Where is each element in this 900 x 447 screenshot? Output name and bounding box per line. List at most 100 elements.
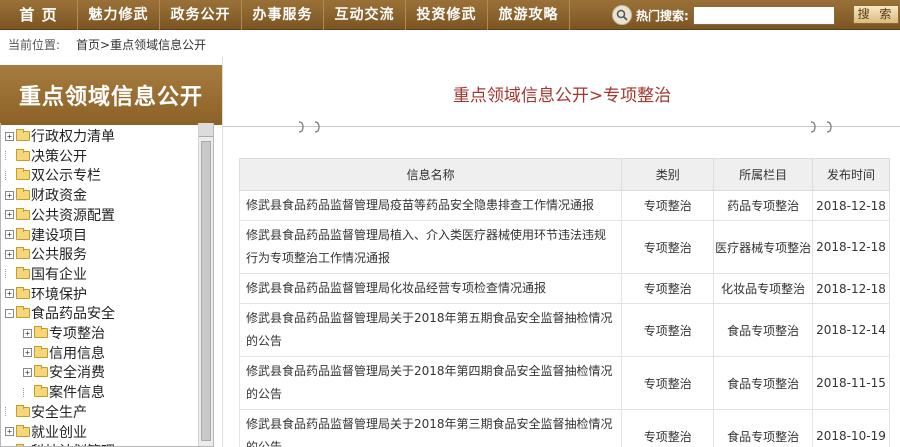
nav-investment[interactable]: 投资修武	[406, 0, 488, 30]
nav-interaction[interactable]: 互动交流	[324, 0, 406, 30]
folder-icon	[16, 247, 30, 260]
folder-icon	[16, 207, 30, 220]
row-title-link[interactable]: 修武县食品药品监督管理局植入、介入类医疗器械使用环节违法违规行为专项整治工作情况…	[238, 220, 623, 274]
nav-charm-xiuwu[interactable]: 魅力修武	[78, 0, 160, 30]
search-input[interactable]	[692, 5, 835, 25]
tree-item-label[interactable]: 就业创业	[31, 422, 87, 442]
nav-tourism[interactable]: 旅游攻略	[488, 0, 570, 30]
top-nav: 首 页 魅力修武 政务公开 办事服务 互动交流 投资修武 旅游攻略 热门搜索: …	[0, 0, 900, 30]
expand-icon[interactable]: +	[23, 328, 32, 338]
nav-services[interactable]: 办事服务	[242, 0, 324, 30]
tree-line	[23, 387, 32, 397]
expand-icon[interactable]: +	[23, 367, 32, 377]
tree-item-label[interactable]: 国有企业	[31, 264, 87, 284]
tree-item[interactable]: 国有企业	[5, 264, 87, 284]
tree-item-label[interactable]: 专项整治	[49, 323, 105, 343]
tree-item[interactable]: +科技计划管理	[5, 441, 115, 446]
tree-item[interactable]: + 专项整治	[23, 323, 105, 343]
row-section: 食品专项整治	[713, 356, 814, 410]
table-row[interactable]: 修武县食品药品监督管理局关于2018年第五期食品安全监督抽检情况的公告 专项整治…	[238, 303, 890, 357]
tree-item[interactable]: + 财政资金	[5, 185, 87, 205]
tree-item-label[interactable]: 建设项目	[31, 225, 87, 245]
tree-item-label[interactable]: 安全消费	[49, 362, 105, 382]
table-row[interactable]: 修武县食品药品监督管理局化妆品经营专项检查情况通报 专项整治 化妆品专项整治 2…	[238, 273, 890, 304]
tree-item-label[interactable]: 信用信息	[49, 343, 105, 363]
tree-item[interactable]: - 食品药品安全	[5, 303, 115, 323]
expand-icon[interactable]: +	[5, 131, 14, 141]
collapse-icon[interactable]: -	[5, 308, 14, 318]
tree-item-label[interactable]: 案件信息	[49, 382, 105, 402]
sidebar: 重点领域信息公开 + 行政权力清单 决策公开 双公示专栏 + 财政资金 + 公共资源配置 + 建设…	[0, 57, 222, 447]
sidebar-title: 重点领域信息公开	[0, 65, 222, 125]
tree-item-label[interactable]: 公共资源配置	[31, 205, 115, 225]
column-header-section: 所属栏目	[713, 158, 814, 191]
expand-icon[interactable]: +	[5, 249, 14, 259]
expand-icon[interactable]: +	[5, 210, 14, 220]
expand-icon[interactable]: +	[5, 427, 14, 436]
tree-item[interactable]: + 建设项目	[5, 225, 87, 245]
tree-item[interactable]: + 安全消费	[23, 362, 105, 382]
row-date: 2018-12-18	[812, 190, 890, 221]
row-title-link[interactable]: 修武县食品药品监督管理局化妆品经营专项检查情况通报	[238, 273, 623, 304]
row-category: 专项整治	[621, 409, 715, 447]
tree-line	[5, 170, 14, 180]
folder-icon	[34, 385, 48, 398]
table-row[interactable]: 修武县食品药品监督管理局植入、介入类医疗器械使用环节违法违规行为专项整治工作情况…	[238, 220, 890, 274]
breadcrumb: 当前位置: 首页>重点领域信息公开	[0, 31, 900, 57]
tree-item[interactable]: 双公示专栏	[5, 165, 101, 185]
tree-item[interactable]: + 就业创业	[5, 422, 87, 442]
main-content: 重点领域信息公开>专项整治 信息名称 类别 所属栏目 发布时间 修武县食品药品监…	[222, 57, 900, 447]
table-row[interactable]: 修武县食品药品监督管理局关于2018年第三期食品安全监督抽检情况的公告 专项整治…	[238, 409, 890, 447]
row-title-link[interactable]: 修武县食品药品监督管理局关于2018年第四期食品安全监督抽检情况的公告	[238, 356, 623, 410]
tree-item-label[interactable]: 决策公开	[31, 146, 87, 166]
expand-icon[interactable]: +	[5, 190, 14, 200]
tree-item-label[interactable]: 科技计划管理	[31, 441, 115, 446]
search-label: 热门搜索:	[636, 8, 689, 23]
tree-item[interactable]: 安全生产	[5, 402, 87, 422]
breadcrumb-current-link[interactable]: 重点领域信息公开	[110, 38, 206, 52]
tree-item-label[interactable]: 公共服务	[31, 244, 87, 264]
row-title-link[interactable]: 修武县食品药品监督管理局疫苗等药品安全隐患排查工作情况通报	[238, 190, 623, 221]
category-tree: + 行政权力清单 决策公开 双公示专栏 + 财政资金 + 公共资源配置 + 建设项目 + 公共服务 国有…	[0, 123, 214, 447]
expand-icon[interactable]: +	[5, 230, 14, 239]
tree-item[interactable]: + 环境保护	[5, 284, 87, 304]
row-date: 2018-12-18	[812, 273, 890, 304]
row-title-link[interactable]: 修武县食品药品监督管理局关于2018年第三期食品安全监督抽检情况的公告	[238, 409, 623, 447]
tree-item[interactable]: + 公共服务	[5, 244, 87, 264]
folder-icon	[16, 266, 30, 279]
scrollbar-thumb[interactable]	[201, 141, 211, 441]
nav-home[interactable]: 首 页	[0, 0, 78, 30]
row-title-link[interactable]: 修武县食品药品监督管理局关于2018年第五期食品安全监督抽检情况的公告	[238, 303, 623, 357]
breadcrumb-path: 首页>重点领域信息公开	[76, 38, 207, 52]
expand-icon[interactable]: +	[23, 348, 32, 358]
row-date: 2018-10-19	[812, 409, 890, 447]
search-bar: 热门搜索: 搜 索	[612, 4, 899, 26]
nav-government-affairs[interactable]: 政务公开	[160, 0, 242, 30]
expand-icon[interactable]: +	[5, 289, 14, 299]
tree-item[interactable]: + 信用信息	[23, 343, 105, 363]
tree-item-label[interactable]: 食品药品安全	[31, 303, 115, 323]
binder-ring-icon	[807, 120, 832, 134]
column-header-category: 类别	[621, 158, 715, 191]
tree-item[interactable]: 案件信息	[23, 382, 105, 402]
table-row[interactable]: 修武县食品药品监督管理局疫苗等药品安全隐患排查工作情况通报 专项整治 药品专项整…	[238, 190, 890, 221]
tree-item[interactable]: + 公共资源配置	[5, 205, 115, 225]
table-row[interactable]: 修武县食品药品监督管理局关于2018年第四期食品安全监督抽检情况的公告 专项整治…	[238, 356, 890, 410]
breadcrumb-home-link[interactable]: 首页	[76, 38, 100, 52]
page-title: 重点领域信息公开>专项整治	[452, 86, 672, 106]
folder-icon	[16, 306, 30, 319]
search-button[interactable]: 搜 索	[853, 5, 899, 24]
tree-item-label[interactable]: 安全生产	[31, 402, 87, 422]
tree-scrollbar[interactable]	[198, 123, 213, 446]
tree-line	[5, 407, 14, 417]
scroll-up-arrow-icon[interactable]	[199, 123, 213, 137]
tree-item[interactable]: 决策公开	[5, 146, 87, 166]
tree-item-label[interactable]: 行政权力清单	[31, 126, 115, 146]
tree-item[interactable]: + 行政权力清单	[5, 126, 115, 146]
column-header-name: 信息名称	[238, 158, 623, 191]
tree-item-label[interactable]: 双公示专栏	[31, 165, 101, 185]
tree-item-label[interactable]: 财政资金	[31, 185, 87, 205]
folder-icon	[16, 227, 30, 240]
row-category: 专项整治	[621, 190, 715, 221]
tree-item-label[interactable]: 环境保护	[31, 284, 87, 304]
